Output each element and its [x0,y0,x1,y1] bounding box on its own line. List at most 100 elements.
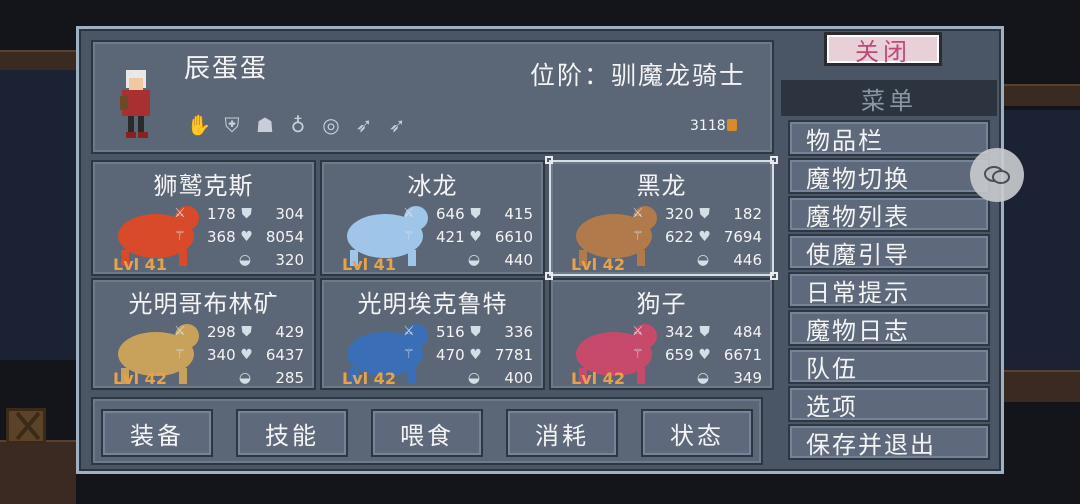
monster-stats: ⚔ 298 ⛊ 429 ⚚ 340 ♥ 6437 ◒ 285 [174,320,304,389]
feather-icon[interactable]: ➶ [351,112,377,138]
attack-value: 320 [665,204,694,223]
status-button[interactable]: 状态 [641,409,753,457]
equip-button[interactable]: 装备 [101,409,213,457]
food-value: 400 [504,368,533,387]
monster-name: 狗子 [636,290,687,318]
amulet-icon[interactable]: ♁ [285,112,311,138]
menu-item-inventory[interactable]: 物品栏 [788,120,990,156]
player-name: 辰蛋蛋 [184,54,269,84]
menu-item-party[interactable]: 队伍 [788,348,990,384]
food-bowl-icon: ◒ [696,369,710,386]
magic-value: 368 [207,227,236,246]
monster-level: Lvl 42 [571,369,625,388]
monster-card-griffin[interactable]: 狮鹫克斯 ⚔ 178 ⛊ 304 ⚚ 368 ♥ 8054 ◒ 320 Lvl 41 [91,160,316,276]
close-button[interactable]: 关闭 [824,32,942,66]
food-bowl-icon: ◒ [467,369,481,386]
heart-icon: ♥ [469,346,482,363]
sword-icon: ⚔ [174,324,186,339]
monster-card-dog[interactable]: 狗子 ⚔ 342 ⛊ 484 ⚚ 659 ♥ 6671 ◒ 349 Lvl 42 [549,278,774,390]
armor-icon[interactable]: ⛨ [219,112,245,138]
monster-card-goblin-miner[interactable]: 光明哥布林矿 ⚔ 298 ⛊ 429 ⚚ 340 ♥ 6437 ◒ 285 Lvl 42 [91,278,316,390]
wand-icon: ⚚ [174,347,186,362]
menu-item-switch-monster[interactable]: 魔物切换 [788,158,990,194]
hp-value: 6437 [265,345,304,364]
monster-stats: ⚔ 320 ⛊ 182 ⚚ 622 ♥ 7694 ◒ 446 [632,202,762,271]
monster-name: 光明埃克鲁特 [357,290,508,318]
helmet-icon[interactable]: ☗ [252,112,278,138]
defense-value: 182 [733,204,762,223]
hp-value: 7781 [494,345,533,364]
selection-corner [545,272,553,280]
shield-icon: ⛊ [470,205,481,222]
menu-item-daily-tips[interactable]: 日常提示 [788,272,990,308]
monster-level: Lvl 41 [342,255,396,274]
chat-icon [984,166,1010,184]
defense-value: 415 [504,204,533,223]
monster-stats: ⚔ 342 ⛊ 484 ⚚ 659 ♥ 6671 ◒ 349 [632,320,762,389]
food-bowl-icon: ◒ [238,251,252,268]
selection-corner [545,156,553,164]
sword-icon: ⚔ [403,324,415,339]
gold-amount: 3118 [690,118,726,134]
feed-button[interactable]: 喂食 [371,409,483,457]
player-avatar [120,70,150,138]
menu-item-options[interactable]: 选项 [788,386,990,422]
defense-value: 336 [504,322,533,341]
monster-card-black-dragon[interactable]: 黑龙 ⚔ 320 ⛊ 182 ⚚ 622 ♥ 7694 ◒ 446 Lvl 42 [549,160,774,276]
food-value: 285 [275,368,304,387]
monster-name: 黑龙 [636,172,687,200]
monster-card-orca[interactable]: 光明埃克鲁特 ⚔ 516 ⛊ 336 ⚚ 470 ♥ 7781 ◒ 400 Lvl 42 [320,278,545,390]
hp-value: 6671 [723,345,762,364]
menu-item-save-and-quit[interactable]: 保存并退出 [788,424,990,460]
wooden-crate [6,408,46,444]
attack-value: 342 [665,322,694,341]
attack-value: 516 [436,322,465,341]
magic-value: 659 [665,345,694,364]
menu-title: 菜单 [781,80,997,116]
brick-floor-right [1004,370,1080,402]
dungeon-wall-right [1004,110,1080,370]
selection-corner [770,156,778,164]
heart-icon: ♥ [240,228,253,245]
wand-icon: ⚚ [403,229,415,244]
food-value: 446 [733,250,762,269]
shield-icon: ⛊ [699,323,710,340]
brick-ledge-left [0,50,76,70]
selection-corner [770,272,778,280]
dungeon-wall-left [0,60,76,360]
shield-icon: ⛊ [470,323,481,340]
heart-icon: ♥ [469,228,482,245]
gold-counter: 3118 [690,118,737,134]
monster-stats: ⚔ 178 ⛊ 304 ⚚ 368 ♥ 8054 ◒ 320 [174,202,304,271]
shield-icon: ⛊ [241,323,252,340]
heart-icon: ♥ [698,228,711,245]
ring-icon[interactable]: ◎ [318,112,344,138]
brick-ledge-right [1004,84,1080,106]
food-bowl-icon: ◒ [696,251,710,268]
menu-item-monster-list[interactable]: 魔物列表 [788,196,990,232]
skills-button[interactable]: 技能 [236,409,348,457]
food-value: 320 [275,250,304,269]
gloves-icon[interactable]: ✋ [186,112,212,138]
monster-name: 冰龙 [407,172,458,200]
heart-icon: ♥ [698,346,711,363]
hp-value: 6610 [494,227,533,246]
food-value: 349 [733,368,762,387]
wand-icon: ⚚ [403,347,415,362]
monster-level: Lvl 42 [571,255,625,274]
defense-value: 484 [733,322,762,341]
wand-icon: ⚚ [632,229,644,244]
monster-card-ice-dragon[interactable]: 冰龙 ⚔ 646 ⛊ 415 ⚚ 421 ♥ 6610 ◒ 440 Lvl 41 [320,160,545,276]
shield-icon: ⛊ [699,205,710,222]
feather-icon[interactable]: ➶ [384,112,410,138]
food-bowl-icon: ◒ [467,251,481,268]
chat-bubble-button[interactable] [970,148,1024,202]
attack-value: 646 [436,204,465,223]
monster-stats: ⚔ 646 ⛊ 415 ⚚ 421 ♥ 6610 ◒ 440 [403,202,533,271]
magic-value: 340 [207,345,236,364]
menu-item-monster-journal[interactable]: 魔物日志 [788,310,990,346]
menu-item-familiar-guide[interactable]: 使魔引导 [788,234,990,270]
consume-button[interactable]: 消耗 [506,409,618,457]
monster-name: 狮鹫克斯 [153,172,254,200]
equipment-slots: ✋ ⛨ ☗ ♁ ◎ ➶ ➶ [186,112,410,138]
